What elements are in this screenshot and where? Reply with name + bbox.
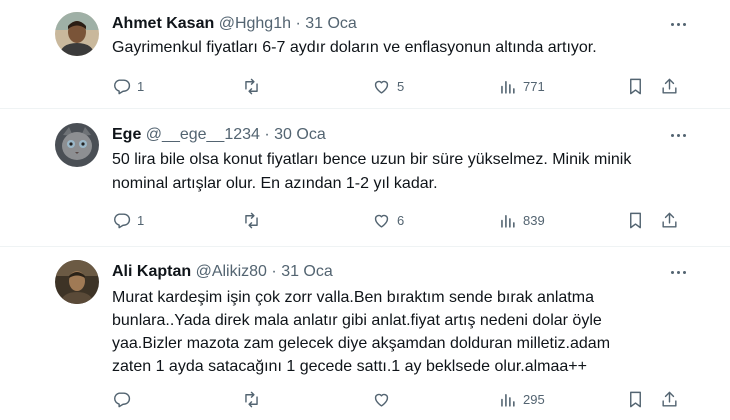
share-icon bbox=[662, 391, 677, 407]
reply-icon bbox=[114, 391, 131, 407]
tweet-date[interactable]: 31 Oca bbox=[281, 263, 333, 280]
author-handle[interactable]: @Hghg1h bbox=[219, 15, 291, 32]
retweet-button[interactable] bbox=[242, 389, 267, 409]
share-icon bbox=[662, 78, 677, 94]
bookmark-button[interactable] bbox=[626, 210, 645, 230]
retweet-button[interactable] bbox=[242, 210, 267, 230]
avatar[interactable] bbox=[55, 12, 99, 56]
tweet[interactable]: Ahmet Kasan @Hghg1h · 31 Oca Gayrimenkul… bbox=[0, 0, 730, 109]
author-name[interactable]: Ali Kaptan bbox=[112, 263, 191, 280]
share-button[interactable] bbox=[660, 210, 679, 230]
tweet[interactable]: Ege @__ege__1234 · 30 Oca 50 lira bile o… bbox=[0, 108, 730, 247]
views-button[interactable]: 839 bbox=[498, 210, 545, 230]
author-name[interactable]: Ege bbox=[112, 126, 141, 143]
like-count: 5 bbox=[397, 78, 405, 94]
bookmark-icon bbox=[630, 78, 641, 94]
like-button[interactable]: 6 bbox=[372, 210, 404, 230]
avatar-image bbox=[55, 123, 99, 167]
retweet-button[interactable] bbox=[242, 76, 267, 96]
view-count: 295 bbox=[523, 391, 545, 407]
tweet-text: Murat kardeşim işin çok zorr valla.Ben b… bbox=[112, 286, 692, 378]
view-count: 771 bbox=[523, 78, 545, 94]
author-name[interactable]: Ahmet Kasan bbox=[112, 15, 214, 32]
tweet-feed: Ahmet Kasan @Hghg1h · 31 Oca Gayrimenkul… bbox=[0, 0, 730, 420]
heart-icon bbox=[374, 214, 389, 228]
share-icon bbox=[662, 212, 677, 228]
reply-button[interactable]: 1 bbox=[112, 76, 144, 96]
tweet-text-line: zaten 1 ayda satacağını 1 gecede sattı.1… bbox=[112, 358, 587, 375]
separator: · bbox=[271, 263, 277, 280]
more-options-icon[interactable] bbox=[668, 262, 688, 282]
tweet-text-line: Murat kardeşim işin çok zorr valla.Ben b… bbox=[112, 289, 594, 306]
tweet-text-line: Gayrimenkul fiyatları 6-7 aydır doların … bbox=[112, 39, 597, 56]
like-count: 6 bbox=[397, 212, 405, 228]
bookmark-icon bbox=[630, 212, 641, 228]
like-button[interactable]: 5 bbox=[372, 76, 404, 96]
author-handle[interactable]: @__ege__1234 bbox=[146, 126, 260, 143]
tweet-actions: 1 5 771 bbox=[112, 76, 677, 96]
views-button[interactable]: 771 bbox=[498, 76, 545, 96]
retweet-icon bbox=[245, 212, 258, 228]
reply-button[interactable] bbox=[112, 389, 137, 409]
share-button[interactable] bbox=[660, 76, 679, 96]
reply-button[interactable]: 1 bbox=[112, 210, 144, 230]
retweet-icon bbox=[245, 391, 258, 407]
more-options-icon[interactable] bbox=[668, 125, 688, 145]
avatar-image bbox=[55, 12, 99, 56]
reply-count: 1 bbox=[137, 78, 145, 94]
avatar-image bbox=[55, 260, 99, 304]
tweet-text-line: bunlara..Yada direk mala anlatır gibi an… bbox=[112, 312, 602, 329]
reply-count: 1 bbox=[137, 212, 145, 228]
separator: · bbox=[264, 126, 270, 143]
reply-icon bbox=[114, 78, 131, 94]
views-icon bbox=[501, 214, 515, 228]
tweet-text: Gayrimenkul fiyatları 6-7 aydır doların … bbox=[112, 36, 692, 60]
views-icon bbox=[501, 393, 515, 407]
separator: · bbox=[295, 15, 301, 32]
tweet-actions: 295 bbox=[112, 389, 677, 409]
author-handle[interactable]: @Alikiz80 bbox=[196, 263, 267, 280]
more-options-icon[interactable] bbox=[668, 14, 688, 34]
heart-icon bbox=[374, 393, 389, 407]
heart-icon bbox=[374, 80, 389, 94]
retweet-icon bbox=[245, 78, 258, 94]
bookmark-icon bbox=[630, 391, 641, 407]
views-icon bbox=[501, 80, 515, 94]
tweet-text-line: 50 lira bile olsa konut fiyatları bence … bbox=[112, 151, 632, 168]
tweet-date[interactable]: 30 Oca bbox=[274, 126, 326, 143]
tweet-text-line: nominal artışlar olur. En azından 1-2 yı… bbox=[112, 175, 438, 192]
view-count: 839 bbox=[523, 212, 545, 228]
reply-icon bbox=[114, 212, 131, 228]
bookmark-button[interactable] bbox=[626, 389, 645, 409]
tweet-text: 50 lira bile olsa konut fiyatları bence … bbox=[112, 148, 692, 196]
tweet[interactable]: Ali Kaptan @Alikiz80 · 31 Oca Murat kard… bbox=[0, 246, 730, 420]
tweet-actions: 1 6 839 bbox=[112, 210, 677, 230]
bookmark-button[interactable] bbox=[626, 76, 645, 96]
share-button[interactable] bbox=[660, 389, 679, 409]
views-button[interactable]: 295 bbox=[498, 389, 545, 409]
avatar[interactable] bbox=[55, 260, 99, 304]
avatar[interactable] bbox=[55, 123, 99, 167]
tweet-text-line: yaa.Bizler mazota zam gelecek diye akşam… bbox=[112, 335, 611, 352]
tweet-date[interactable]: 31 Oca bbox=[305, 15, 357, 32]
like-button[interactable] bbox=[372, 389, 397, 409]
